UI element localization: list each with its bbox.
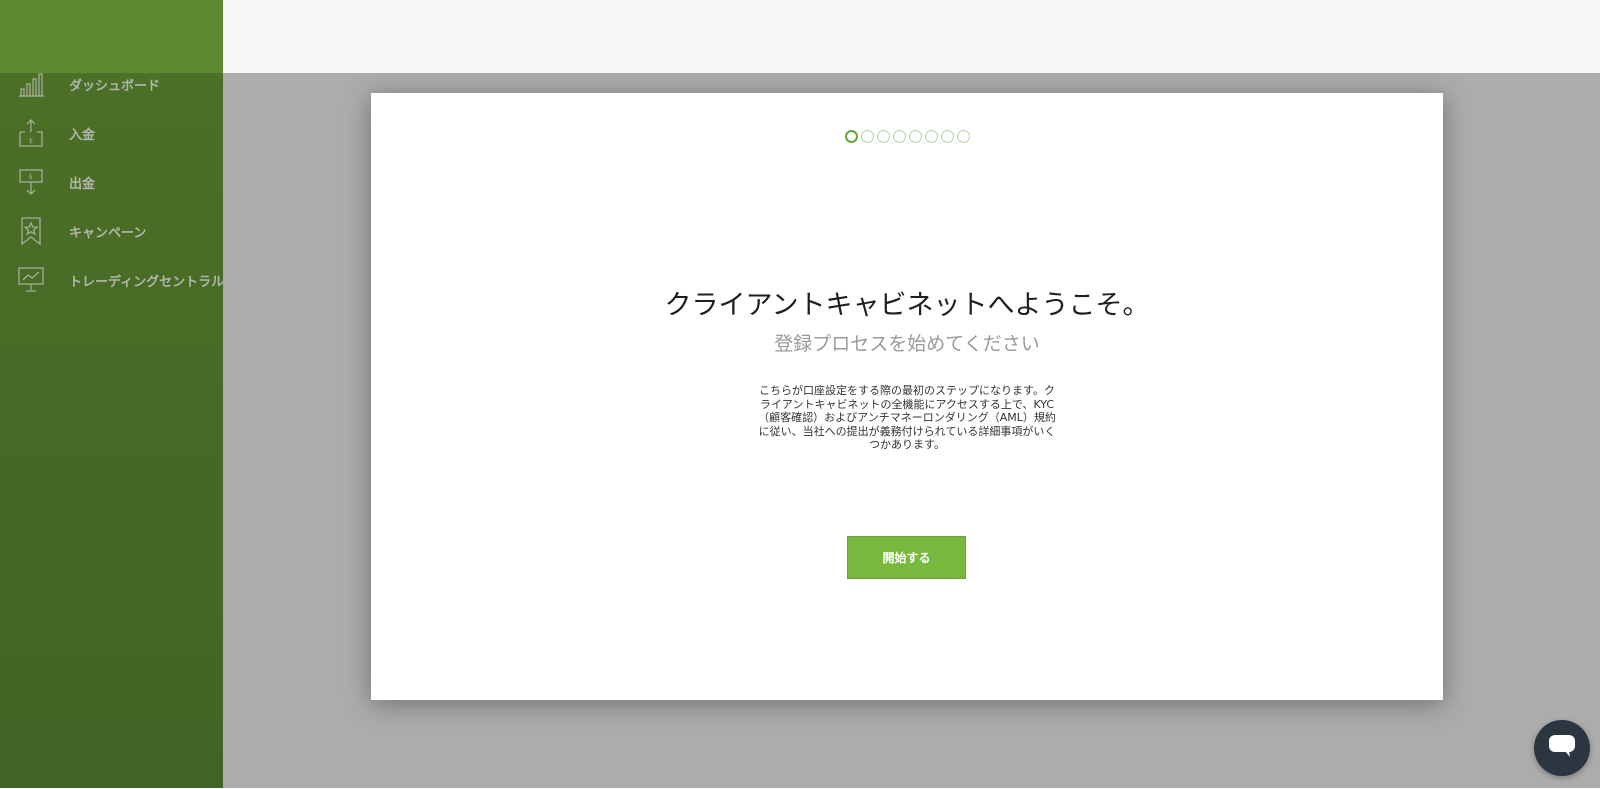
welcome-dialog: クライアントキャビネットへようこそ。 登録プロセスを始めてください こちらが口座… — [371, 93, 1443, 700]
dialog-title: クライアントキャビネットへようこそ。 — [664, 290, 1150, 321]
step-dot — [908, 130, 922, 143]
dialog-subtitle: 登録プロセスを始めてください — [774, 333, 1040, 355]
top-bar — [223, 0, 1600, 73]
start-button[interactable]: 開始する — [847, 536, 966, 579]
sidebar-backdrop — [0, 73, 223, 788]
step-indicator — [371, 130, 1443, 143]
step-dot — [860, 130, 874, 143]
chat-bubble-icon — [1548, 734, 1576, 762]
step-dot — [956, 130, 970, 143]
step-dot — [844, 130, 858, 143]
chat-button[interactable] — [1534, 720, 1590, 776]
step-dot — [940, 130, 954, 143]
step-dot — [892, 130, 906, 143]
step-dot — [924, 130, 938, 143]
step-dot — [876, 130, 890, 143]
dialog-description: こちらが口座設定をする際の最初のステップになります。クライアントキャビネットの全… — [758, 384, 1056, 451]
